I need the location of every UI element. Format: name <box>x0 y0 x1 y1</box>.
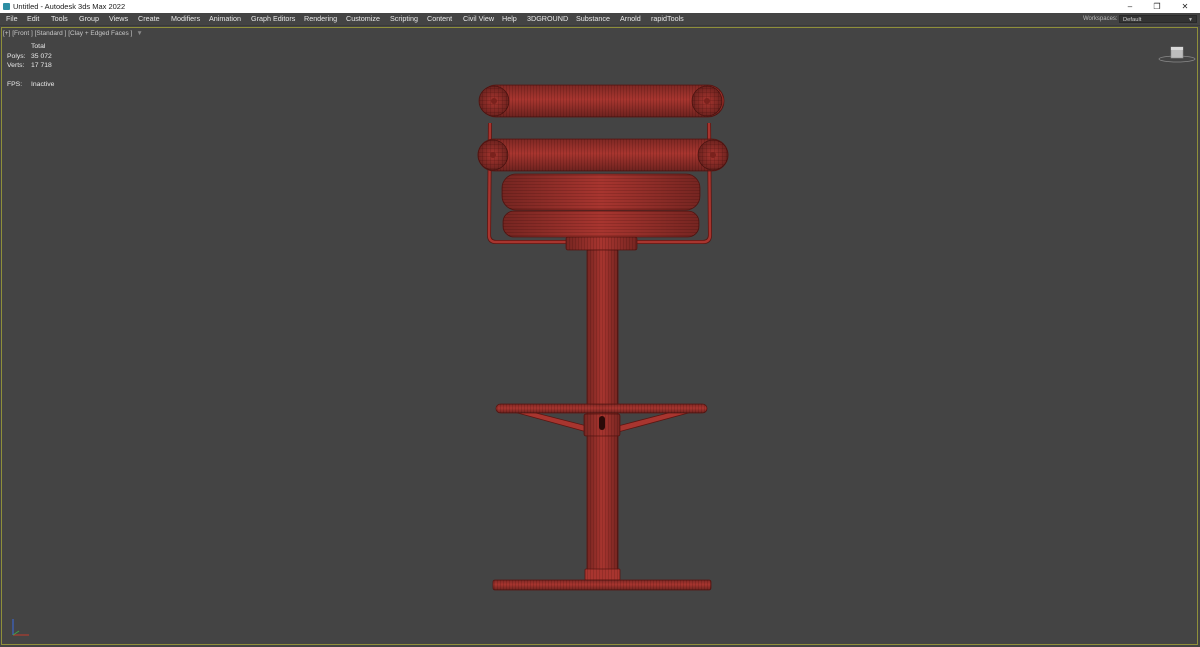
menu-customize[interactable]: Customize <box>346 13 380 25</box>
restore-button[interactable]: ❐ <box>1144 0 1170 13</box>
seat-cushion <box>501 173 701 238</box>
footrest <box>495 403 708 437</box>
menu-scripting[interactable]: Scripting <box>390 13 418 25</box>
menu-create[interactable]: Create <box>138 13 160 25</box>
title-bar: Untitled - Autodesk 3ds Max 2022 – ❐ ✕ <box>0 0 1200 13</box>
viewport-front[interactable]: [+] [Front ] [Standard ] [Clay + Edged F… <box>1 27 1198 645</box>
menu-3dground[interactable]: 3DGROUND <box>527 13 568 25</box>
menu-arnold[interactable]: Arnold <box>620 13 641 25</box>
window-title: Untitled - Autodesk 3ds Max 2022 <box>13 2 126 11</box>
workspaces-dropdown[interactable]: Default ▼ <box>1119 15 1197 23</box>
backrest-roll-lower <box>477 138 729 172</box>
axis-tripod-icon <box>12 619 29 636</box>
minimize-button[interactable]: – <box>1117 0 1143 13</box>
menu-civil-view[interactable]: Civil View <box>463 13 494 25</box>
menu-edit[interactable]: Edit <box>27 13 39 25</box>
menu-file[interactable]: File <box>6 13 18 25</box>
menu-rendering[interactable]: Rendering <box>304 13 337 25</box>
close-button[interactable]: ✕ <box>1172 0 1198 13</box>
menu-help[interactable]: Help <box>502 13 517 25</box>
backrest-roll-upper <box>478 84 725 118</box>
menu-group[interactable]: Group <box>79 13 99 25</box>
menu-modifiers[interactable]: Modifiers <box>171 13 200 25</box>
menu-animation[interactable]: Animation <box>209 13 241 25</box>
stool-model[interactable] <box>2 28 1197 644</box>
seat-mount <box>565 236 638 251</box>
menu-views[interactable]: Views <box>109 13 128 25</box>
menu-bar: File Edit Tools Group Views Create Modif… <box>0 13 1200 26</box>
chevron-down-icon: ▼ <box>1188 17 1193 23</box>
menu-substance[interactable]: Substance <box>576 13 610 25</box>
menu-tools[interactable]: Tools <box>51 13 68 25</box>
app-icon <box>3 3 10 10</box>
menu-graph-editors[interactable]: Graph Editors <box>251 13 295 25</box>
menu-content[interactable]: Content <box>427 13 452 25</box>
workspaces-label: Workspaces: <box>1083 16 1118 22</box>
workspace-value: Default <box>1123 17 1142 23</box>
stool-base <box>492 568 712 591</box>
menu-rapidtools[interactable]: rapidTools <box>651 13 684 25</box>
